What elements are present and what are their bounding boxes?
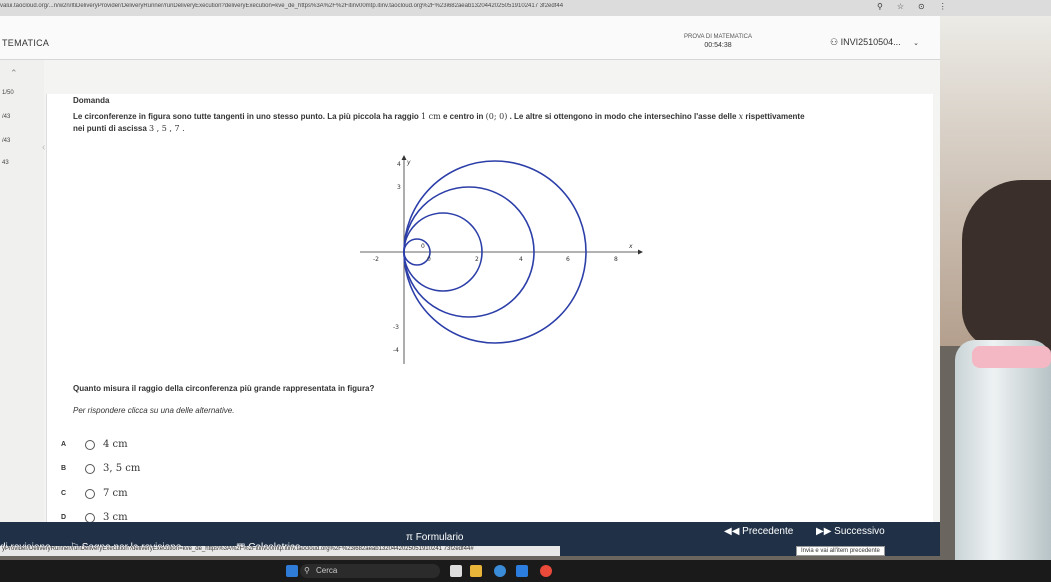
option-letter: C	[61, 490, 67, 497]
question-title: Domanda	[73, 96, 110, 105]
tooltip-hint: Invia e vai all'item precedente	[796, 546, 885, 556]
radio-button[interactable]	[85, 464, 95, 474]
question-text-part: rispettivamente	[745, 112, 805, 121]
task-view-icon[interactable]	[450, 565, 462, 577]
x-tick-label: -2	[373, 256, 379, 263]
origin-label: 0	[421, 243, 425, 250]
double-chevron-right-icon: ▶▶	[816, 526, 832, 537]
x-tick-label: 0	[427, 256, 431, 263]
sidebar-item[interactable]: /43	[2, 138, 10, 144]
y-tick-label: 4	[397, 161, 401, 168]
bottle-cap	[972, 346, 1051, 368]
y-tick-label: 3	[397, 184, 401, 191]
windows-start-icon[interactable]	[286, 565, 298, 577]
app-screen: TEMATICA PROVA DI MATEMATICA 00:54:38 ⚇ …	[0, 16, 940, 556]
user-id: INVI2510504...	[840, 37, 901, 47]
question-text-part: . Le altre si ottengono in modo che inte…	[509, 112, 737, 121]
previous-button[interactable]: ◀◀ Precedente	[724, 526, 793, 537]
exam-title: PROVA DI MATEMATICA	[683, 34, 752, 40]
water-bottle	[955, 340, 1051, 570]
user-icon: ⚇	[830, 37, 839, 47]
status-bar-url: yProvider/DeliveryRunner/runDeliveryExec…	[0, 546, 560, 556]
question-text: Le circonferenze in figura sono tutte ta…	[73, 111, 923, 135]
exam-timer: 00:54:38	[704, 42, 732, 49]
radio-button[interactable]	[85, 440, 95, 450]
formulary-label: Formulario	[415, 532, 464, 543]
question-sidebar: ⌃ 1/50 /43 /43 43 ‹	[0, 60, 45, 530]
abscissa-values: 3 , 5 , 7 .	[149, 124, 185, 133]
double-chevron-left-icon: ◀◀	[724, 526, 740, 537]
bottom-toolbar: di revisione ⚐ Segna per la revisione ▦ …	[0, 522, 940, 556]
app-header: TEMATICA PROVA DI MATEMATICA 00:54:38 ⚇ …	[0, 16, 940, 60]
url-text[interactable]: valui.taocloud.org/...n/w2n/ItiDeliveryP…	[0, 3, 880, 9]
x-axis-label: x	[628, 243, 633, 250]
zoom-icon[interactable]: ⚲	[877, 2, 897, 11]
question-text-part: Le circonferenze in figura sono tutte ta…	[73, 112, 419, 121]
sidebar-item[interactable]: 1/50	[2, 90, 14, 96]
axis-variable: x	[738, 112, 744, 121]
option-value: 7 cm	[103, 488, 128, 499]
question-text-part: e centro in	[442, 112, 484, 121]
y-axis-label: y	[406, 159, 411, 166]
next-label: Successivo	[834, 526, 885, 537]
figure-labels: x y -2 0 2 4 6 8 0 4 3 -3 -4	[373, 159, 633, 354]
exam-info: PROVA DI MATEMATICA 00:54:38	[668, 34, 768, 49]
question-instruction: Per rispondere clicca su una delle alter…	[73, 406, 235, 415]
option-letter: D	[61, 514, 67, 521]
center-value: (0; 0)	[485, 112, 508, 121]
y-tick-label: -3	[393, 324, 399, 331]
x-tick-label: 2	[475, 256, 479, 263]
radius-value: 1 cm	[421, 112, 441, 121]
question-prompt: Quanto misura il raggio della circonfere…	[73, 384, 375, 393]
store-icon[interactable]	[516, 565, 528, 577]
x-axis-arrow	[638, 249, 643, 255]
chevron-up-icon[interactable]: ⌃	[10, 68, 18, 79]
y-tick-label: -4	[393, 347, 399, 354]
search-placeholder: Cerca	[316, 566, 338, 575]
option-value: 3, 5 cm	[103, 463, 141, 474]
edge-icon[interactable]	[494, 565, 506, 577]
brand-title: TEMATICA	[2, 38, 50, 48]
extension-icon[interactable]: ⊙	[918, 2, 939, 11]
previous-label: Precedente	[742, 526, 794, 537]
chevron-down-icon[interactable]: ⌄	[913, 40, 919, 47]
figure-axes	[360, 155, 643, 364]
chrome-icon[interactable]	[540, 565, 552, 577]
sidebar-item[interactable]: /43	[2, 114, 10, 120]
x-tick-label: 8	[614, 256, 618, 263]
option-value: 4 cm	[103, 439, 128, 450]
y-axis-arrow	[401, 155, 407, 160]
option-letter: A	[61, 441, 67, 448]
next-button[interactable]: ▶▶ Successivo	[816, 526, 885, 537]
x-tick-label: 6	[566, 256, 570, 263]
radio-button[interactable]	[85, 489, 95, 499]
question-text-part: nei punti di ascissa	[73, 124, 147, 133]
browser-toolbar-icons: ⚲☆⊙⋮	[877, 2, 961, 11]
background-person	[962, 180, 1051, 350]
menu-icon[interactable]: ⋮	[939, 2, 961, 11]
browser-url-bar[interactable]: valui.taocloud.org/...n/w2n/ItiDeliveryP…	[0, 0, 1051, 16]
star-icon[interactable]: ☆	[897, 2, 918, 11]
file-explorer-icon[interactable]	[470, 565, 482, 577]
os-taskbar: ⚲ Cerca	[0, 560, 1051, 582]
sidebar-item[interactable]: 43	[2, 160, 9, 166]
user-menu[interactable]: ⚇ INVI2510504... ⌄	[830, 37, 919, 48]
chevron-left-icon[interactable]: ‹	[42, 142, 45, 153]
option-letter: B	[61, 465, 67, 472]
circles-figure: x y -2 0 2 4 6 8 0 4 3 -3 -4	[360, 155, 643, 364]
taskbar-search[interactable]: ⚲ Cerca	[300, 564, 440, 578]
formulary-button[interactable]: π Formulario	[406, 532, 463, 543]
pi-icon: π	[406, 532, 413, 543]
search-icon: ⚲	[304, 566, 310, 575]
x-tick-label: 4	[519, 256, 523, 263]
